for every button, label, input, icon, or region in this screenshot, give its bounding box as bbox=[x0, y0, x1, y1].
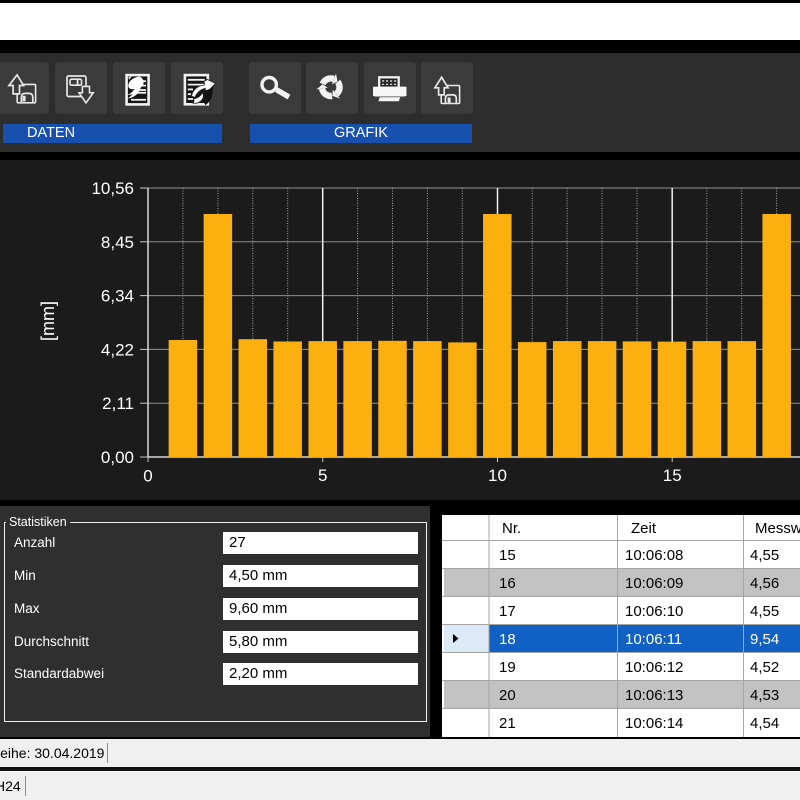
svg-text:10:06:14: 10:06:14 bbox=[625, 715, 683, 732]
svg-text:10:06:10: 10:06:10 bbox=[625, 603, 683, 620]
svg-text:[mm]: [mm] bbox=[38, 301, 58, 341]
svg-text:4,54: 4,54 bbox=[750, 715, 779, 732]
svg-text:2,11: 2,11 bbox=[102, 394, 134, 413]
svg-text:5: 5 bbox=[318, 466, 327, 485]
svg-text:15: 15 bbox=[663, 466, 682, 485]
svg-text:18: 18 bbox=[499, 631, 516, 648]
svg-text:6,34: 6,34 bbox=[101, 287, 134, 306]
svg-text:10:06:09: 10:06:09 bbox=[625, 575, 683, 592]
svg-text:4,55: 4,55 bbox=[750, 603, 779, 620]
svg-text:16: 16 bbox=[499, 575, 516, 592]
svg-text:0,00: 0,00 bbox=[101, 448, 134, 467]
svg-text:10:06:11: 10:06:11 bbox=[625, 631, 682, 648]
svg-text:Nr.: Nr. bbox=[502, 520, 521, 537]
svg-text:4,52: 4,52 bbox=[750, 659, 779, 676]
svg-text:17: 17 bbox=[499, 603, 516, 620]
svg-text:21: 21 bbox=[499, 715, 516, 732]
svg-text:15: 15 bbox=[499, 547, 516, 564]
svg-text:20: 20 bbox=[499, 687, 516, 704]
svg-text:9,54: 9,54 bbox=[750, 631, 779, 648]
svg-text:10:06:12: 10:06:12 bbox=[625, 659, 683, 676]
svg-text:10:06:13: 10:06:13 bbox=[625, 687, 683, 704]
svg-text:10: 10 bbox=[488, 466, 507, 485]
svg-text:4,53: 4,53 bbox=[750, 687, 779, 704]
svg-text:4,22: 4,22 bbox=[101, 340, 134, 359]
svg-text:Messwe: Messwe bbox=[755, 520, 800, 537]
svg-text:10,56: 10,56 bbox=[91, 179, 134, 198]
svg-text:19: 19 bbox=[499, 659, 516, 676]
svg-text:4,55: 4,55 bbox=[750, 547, 779, 564]
svg-text:8,45: 8,45 bbox=[101, 233, 134, 252]
svg-text:10:06:08: 10:06:08 bbox=[625, 547, 683, 564]
svg-text:0: 0 bbox=[143, 467, 152, 486]
svg-text:Zeit: Zeit bbox=[631, 520, 657, 537]
svg-text:4,56: 4,56 bbox=[750, 575, 779, 592]
